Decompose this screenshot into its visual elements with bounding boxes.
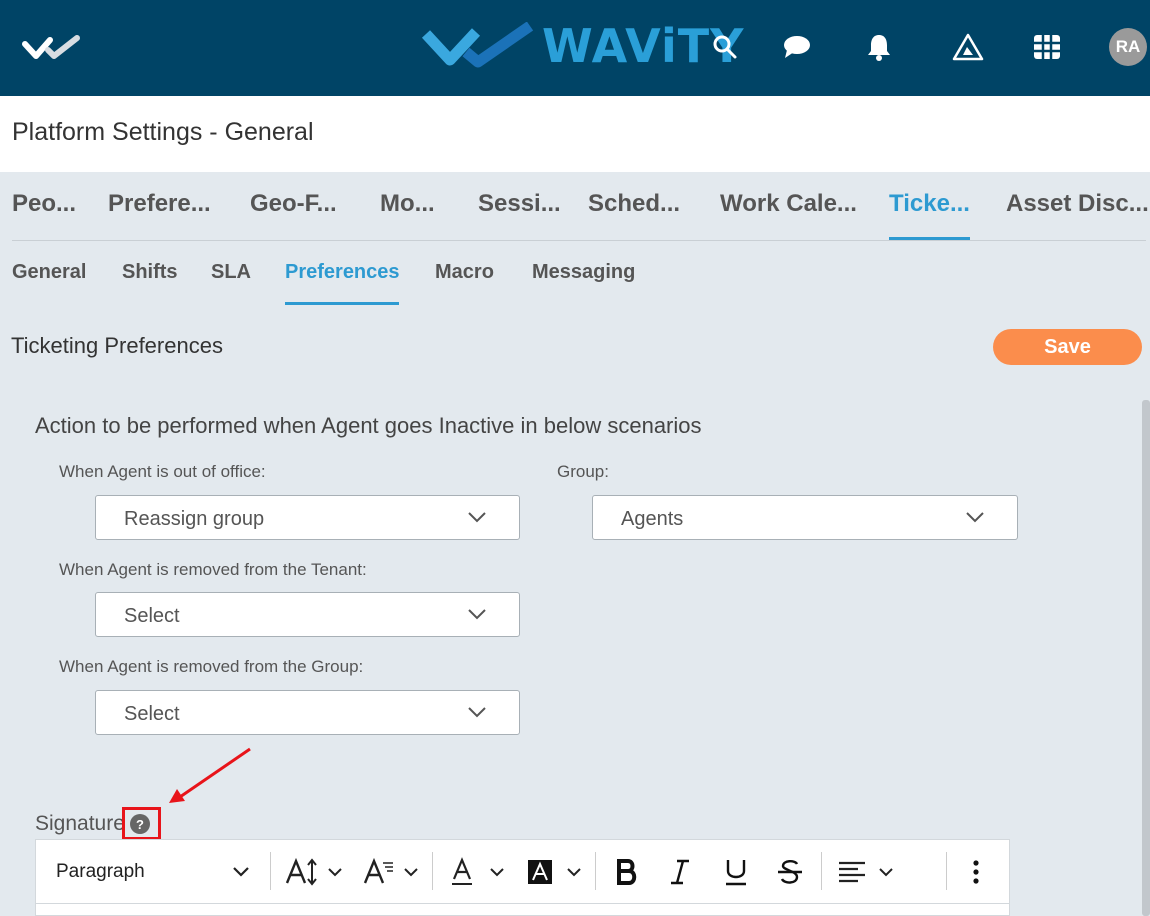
removed-tenant-label: When Agent is removed from the Tenant:: [59, 560, 367, 579]
background-color-icon[interactable]: [528, 853, 584, 891]
toolbar-divider: [946, 852, 947, 890]
tab-preferences[interactable]: Prefere...: [108, 190, 211, 218]
chevron-down-icon: [468, 609, 486, 620]
tab-asset-discovery[interactable]: Asset Disc...: [1006, 190, 1149, 218]
tab-mobile[interactable]: Mo...: [380, 190, 435, 218]
scrollbar[interactable]: [1142, 400, 1150, 916]
group-label: Group:: [557, 462, 609, 481]
tab-scheduler[interactable]: Sched...: [588, 190, 680, 218]
removed-tenant-select[interactable]: Select: [95, 592, 520, 637]
editor-toolbar-border: [35, 903, 1010, 904]
active-tab-indicator: [889, 237, 970, 240]
tab-work-calendar[interactable]: Work Cale...: [720, 190, 857, 218]
removed-group-select[interactable]: Select: [95, 690, 520, 735]
active-subtab-indicator: [285, 302, 399, 305]
toolbar-divider: [432, 852, 433, 890]
align-icon[interactable]: [838, 853, 898, 891]
toolbar-divider: [821, 852, 822, 890]
toolbar-divider: [270, 852, 271, 890]
out-of-office-label: When Agent is out of office:: [59, 462, 266, 481]
group-value: Agents: [621, 508, 684, 530]
tab-geo-fencing[interactable]: Geo-F...: [250, 190, 337, 218]
subtab-shifts[interactable]: Shifts: [122, 261, 178, 284]
subtab-sla[interactable]: SLA: [211, 261, 251, 284]
line-height-icon[interactable]: [363, 853, 423, 891]
signature-label: Signature: [35, 812, 125, 835]
bell-icon[interactable]: [862, 30, 896, 64]
out-of-office-value: Reassign group: [124, 508, 265, 530]
avatar[interactable]: RA: [1109, 28, 1147, 66]
section-title: Ticketing Preferences: [11, 333, 223, 358]
paragraph-format-select[interactable]: Paragraph: [56, 861, 145, 883]
tab-session[interactable]: Sessi...: [478, 190, 561, 218]
strikethrough-icon[interactable]: [777, 853, 803, 891]
page-title: Platform Settings - General: [12, 118, 314, 146]
brand-logo: WAViTY: [420, 18, 744, 74]
annotation-highlight-box: [122, 807, 161, 840]
out-of-office-select[interactable]: Reassign group: [95, 495, 520, 540]
font-size-icon[interactable]: [285, 853, 347, 891]
removed-group-value: Select: [124, 703, 180, 725]
chevron-down-icon: [468, 707, 486, 718]
chevron-down-icon[interactable]: [232, 853, 250, 891]
toolbar-divider: [595, 852, 596, 890]
chevron-down-icon: [966, 512, 984, 523]
logo-check-icon[interactable]: [22, 32, 84, 62]
group-select[interactable]: Agents: [592, 495, 1018, 540]
chevron-down-icon: [468, 512, 486, 523]
subtab-macro[interactable]: Macro: [435, 261, 494, 284]
save-button[interactable]: Save: [993, 329, 1142, 365]
chat-icon[interactable]: [780, 30, 814, 64]
search-icon[interactable]: [708, 30, 742, 64]
alert-triangle-icon[interactable]: [951, 30, 985, 64]
annotation-arrow: [169, 747, 251, 803]
underline-icon[interactable]: [724, 853, 748, 891]
form-heading: Action to be performed when Agent goes I…: [35, 413, 702, 438]
italic-icon[interactable]: [668, 853, 692, 891]
more-vertical-icon[interactable]: [970, 853, 982, 891]
removed-group-label: When Agent is removed from the Group:: [59, 657, 364, 676]
tab-ticketing[interactable]: Ticke...: [889, 190, 970, 218]
grid-icon[interactable]: [1030, 30, 1064, 64]
bold-icon[interactable]: [614, 853, 640, 891]
font-color-icon[interactable]: [451, 853, 507, 891]
subtab-messaging[interactable]: Messaging: [532, 261, 635, 284]
brand-check-icon: [421, 22, 534, 68]
subtab-general[interactable]: General: [12, 261, 86, 284]
tab-people[interactable]: Peo...: [12, 190, 76, 218]
removed-tenant-value: Select: [124, 605, 180, 627]
tabs-divider: [12, 240, 1146, 241]
subtab-preferences[interactable]: Preferences: [285, 261, 400, 284]
